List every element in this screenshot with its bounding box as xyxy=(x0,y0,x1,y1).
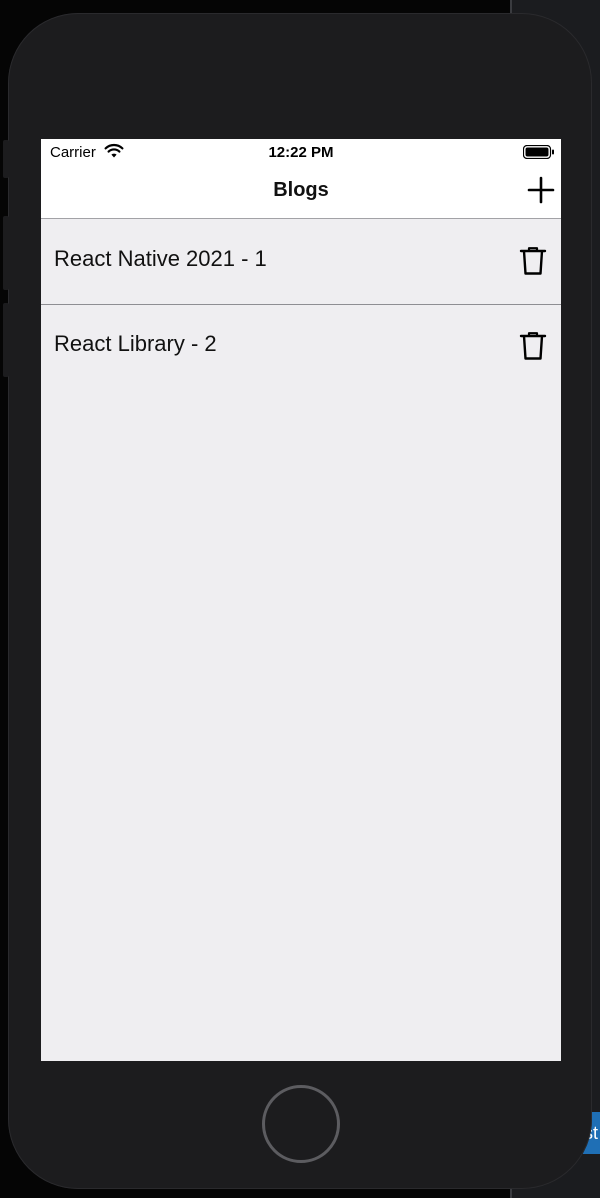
navigation-bar: Blogs xyxy=(41,165,561,219)
home-button[interactable] xyxy=(262,1085,340,1163)
blog-list-item[interactable]: React Native 2021 - 1 xyxy=(41,220,561,305)
battery-full-icon xyxy=(522,144,555,160)
delete-blog-button[interactable] xyxy=(519,331,547,361)
status-bar: Carrier 12:22 PM xyxy=(41,139,561,165)
plus-icon xyxy=(527,176,555,204)
app-screen: Carrier 12:22 PM Blogs React Native 2021… xyxy=(41,139,561,1061)
trash-icon xyxy=(519,332,547,360)
status-time: 12:22 PM xyxy=(268,144,334,161)
volume-up-button xyxy=(3,216,9,290)
page-title: Blogs xyxy=(273,179,329,201)
blog-list-item[interactable]: React Library - 2 xyxy=(41,305,561,390)
trash-icon xyxy=(519,247,547,275)
mute-switch xyxy=(3,140,9,178)
volume-down-button xyxy=(3,303,9,377)
blog-title: React Native 2021 - 1 xyxy=(54,246,267,271)
blog-list: React Native 2021 - 1 React Library - 2 xyxy=(41,220,561,390)
delete-blog-button[interactable] xyxy=(519,246,547,276)
blog-title: React Library - 2 xyxy=(54,331,217,356)
add-blog-button[interactable] xyxy=(525,174,557,206)
